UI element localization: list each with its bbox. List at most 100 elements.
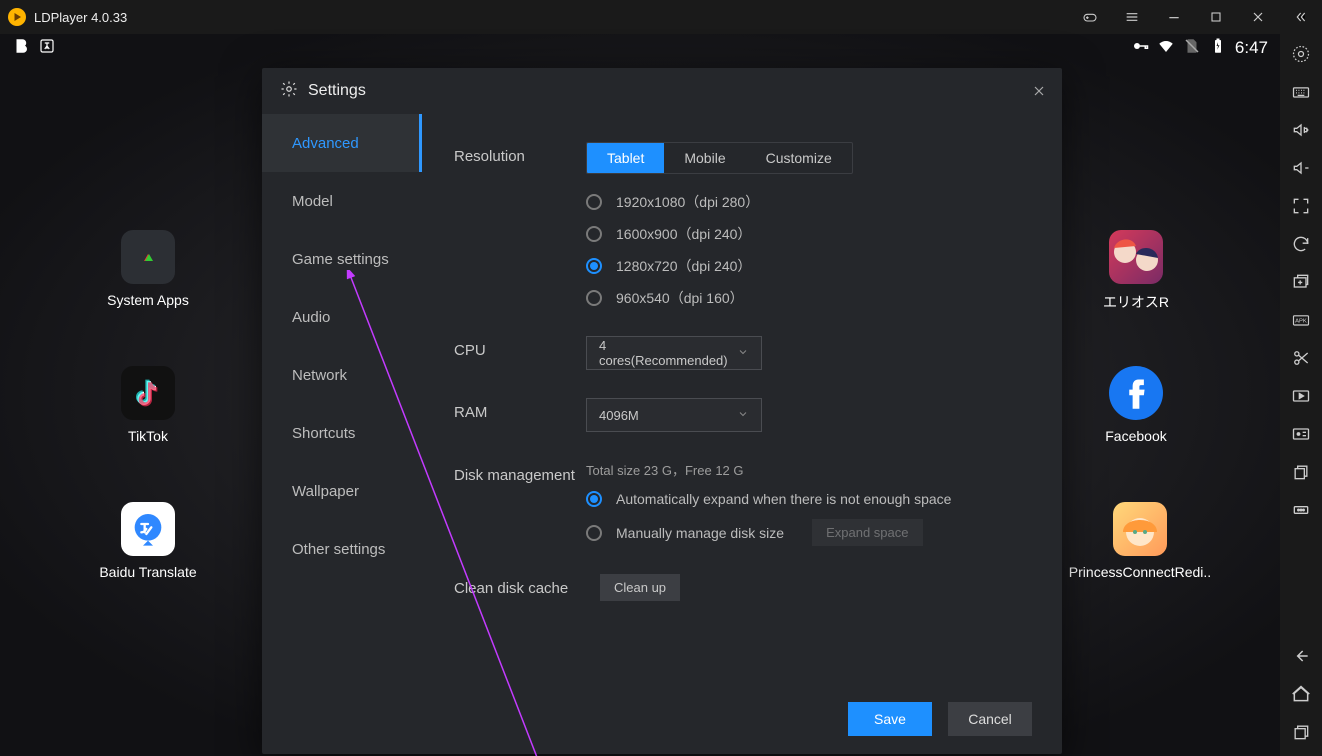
- desktop-icon-tiktok[interactable]: TikTok: [98, 366, 198, 444]
- sidebar-label: Game settings: [292, 251, 389, 268]
- menu-icon[interactable]: [1118, 3, 1146, 31]
- settings-gear-icon[interactable]: [1287, 44, 1315, 64]
- cancel-button[interactable]: Cancel: [948, 702, 1032, 736]
- cut-icon[interactable]: [1287, 348, 1315, 368]
- vpn-key-icon: [1131, 37, 1149, 60]
- chevron-down-icon: [737, 346, 749, 361]
- radio-label: 1280x720（dpi 240）: [616, 256, 751, 276]
- radio-label: 1600x900（dpi 240）: [616, 224, 751, 244]
- maximize-icon[interactable]: [1202, 3, 1230, 31]
- radio-label: Automatically expand when there is not e…: [616, 491, 951, 507]
- sidebar-item-network[interactable]: Network: [262, 346, 422, 404]
- gear-icon: [280, 80, 298, 103]
- collapse-sidebar-icon[interactable]: [1286, 3, 1314, 31]
- cpu-label: CPU: [454, 336, 586, 370]
- desktop-icon-elios[interactable]: エリオスR: [1086, 230, 1186, 312]
- expand-space-button: Expand space: [812, 519, 922, 546]
- gamepad-icon[interactable]: [1076, 3, 1104, 31]
- label: Baidu Translate: [98, 564, 198, 580]
- close-icon[interactable]: [1244, 3, 1272, 31]
- ram-label: RAM: [454, 398, 586, 432]
- modal-header: Settings: [262, 68, 1062, 114]
- resolution-tablet[interactable]: Tablet: [587, 143, 664, 173]
- modal-close-icon[interactable]: [1026, 78, 1052, 104]
- main-area: 6:47 System Apps TikTok Baidu Translate …: [0, 34, 1322, 756]
- modal-footer: Save Cancel: [262, 684, 1062, 754]
- sidebar-item-wallpaper[interactable]: Wallpaper: [262, 462, 422, 520]
- settings-content: Resolution Tablet Mobile Customize 1920x…: [422, 114, 1062, 684]
- sidebar-item-game-settings[interactable]: Game settings: [262, 230, 422, 288]
- settings-sidebar: Advanced Model Game settings Audio Netwo…: [262, 114, 422, 684]
- desktop-icon-system-apps[interactable]: System Apps: [98, 230, 198, 308]
- svg-text:APK: APK: [1295, 319, 1307, 325]
- record-icon[interactable]: [1287, 386, 1315, 406]
- ram-select[interactable]: 4096M: [586, 398, 762, 432]
- resolution-customize[interactable]: Customize: [746, 143, 852, 173]
- disk-note: Total size 23 G，Free 12 G: [586, 460, 1030, 479]
- right-toolbar: APK: [1280, 34, 1322, 756]
- app-title: LDPlayer 4.0.33: [34, 10, 127, 25]
- sidebar-item-model[interactable]: Model: [262, 172, 422, 230]
- desktop-icon-baidu-translate[interactable]: Baidu Translate: [98, 502, 198, 580]
- apk-icon[interactable]: APK: [1287, 310, 1315, 330]
- modal-title: Settings: [308, 82, 366, 100]
- sidebar-item-other-settings[interactable]: Other settings: [262, 520, 422, 578]
- minimize-icon[interactable]: [1160, 3, 1188, 31]
- resolution-1600x900[interactable]: 1600x900（dpi 240）: [586, 224, 1030, 244]
- select-value: 4096M: [599, 408, 639, 423]
- chevron-down-icon: [737, 408, 749, 423]
- label: エリオスR: [1086, 292, 1186, 312]
- select-value: 4 cores(Recommended): [599, 338, 737, 368]
- radio-label: 960x540（dpi 160）: [616, 288, 744, 308]
- back-icon[interactable]: [1287, 646, 1315, 666]
- keyboard-icon[interactable]: [1287, 82, 1315, 102]
- android-desktop: 6:47 System Apps TikTok Baidu Translate …: [0, 34, 1280, 756]
- app-b-icon: [12, 37, 30, 60]
- app-lang-icon: [38, 37, 56, 60]
- settings-modal: Settings Advanced Model Game settings Au…: [262, 68, 1062, 754]
- clean-up-button[interactable]: Clean up: [600, 574, 680, 601]
- label: TikTok: [98, 428, 198, 444]
- label: PrincessConnectRedi..: [1060, 564, 1220, 580]
- label: Facebook: [1086, 428, 1186, 444]
- save-button[interactable]: Save: [848, 702, 932, 736]
- more-icon[interactable]: [1287, 500, 1315, 520]
- radio-label: Manually manage disk size: [616, 525, 784, 541]
- sidebar-item-shortcuts[interactable]: Shortcuts: [262, 404, 422, 462]
- resolution-mobile[interactable]: Mobile: [664, 143, 745, 173]
- volume-down-icon[interactable]: [1287, 158, 1315, 178]
- volume-up-icon[interactable]: [1287, 120, 1315, 140]
- sidebar-label: Other settings: [292, 541, 385, 558]
- operation-record-icon[interactable]: [1287, 424, 1315, 444]
- home-icon[interactable]: [1287, 684, 1315, 704]
- cpu-select[interactable]: 4 cores(Recommended): [586, 336, 762, 370]
- resolution-segment: Tablet Mobile Customize: [586, 142, 853, 174]
- fullscreen-icon[interactable]: [1287, 196, 1315, 216]
- no-sim-icon: [1183, 37, 1201, 60]
- disk-manual[interactable]: Manually manage disk size Expand space: [586, 519, 1030, 546]
- resolution-label: Resolution: [454, 142, 586, 308]
- app-logo: [8, 8, 26, 26]
- multi-instance-icon[interactable]: [1287, 272, 1315, 292]
- wifi-icon: [1157, 37, 1175, 60]
- desktop-icon-facebook[interactable]: Facebook: [1086, 366, 1186, 444]
- resolution-960x540[interactable]: 960x540（dpi 160）: [586, 288, 1030, 308]
- desktop-icon-princess-connect[interactable]: PrincessConnectRedi..: [1060, 502, 1220, 580]
- disk-auto-expand[interactable]: Automatically expand when there is not e…: [586, 491, 1030, 507]
- sidebar-label: Model: [292, 193, 333, 210]
- sync-icon[interactable]: [1287, 234, 1315, 254]
- sidebar-item-advanced[interactable]: Advanced: [262, 114, 422, 172]
- resolution-1920x1080[interactable]: 1920x1080（dpi 280）: [586, 192, 1030, 212]
- battery-charging-icon: [1209, 37, 1227, 60]
- sidebar-item-audio[interactable]: Audio: [262, 288, 422, 346]
- disk-label: Disk management: [454, 460, 586, 546]
- sidebar-label: Audio: [292, 309, 330, 326]
- sidebar-label: Advanced: [292, 135, 359, 152]
- clean-label: Clean disk cache: [454, 574, 586, 601]
- label: System Apps: [98, 292, 198, 308]
- recents-icon[interactable]: [1287, 722, 1315, 742]
- resolution-1280x720[interactable]: 1280x720（dpi 240）: [586, 256, 1030, 276]
- radio-label: 1920x1080（dpi 280）: [616, 192, 759, 212]
- sidebar-label: Shortcuts: [292, 425, 355, 442]
- copy-icon[interactable]: [1287, 462, 1315, 482]
